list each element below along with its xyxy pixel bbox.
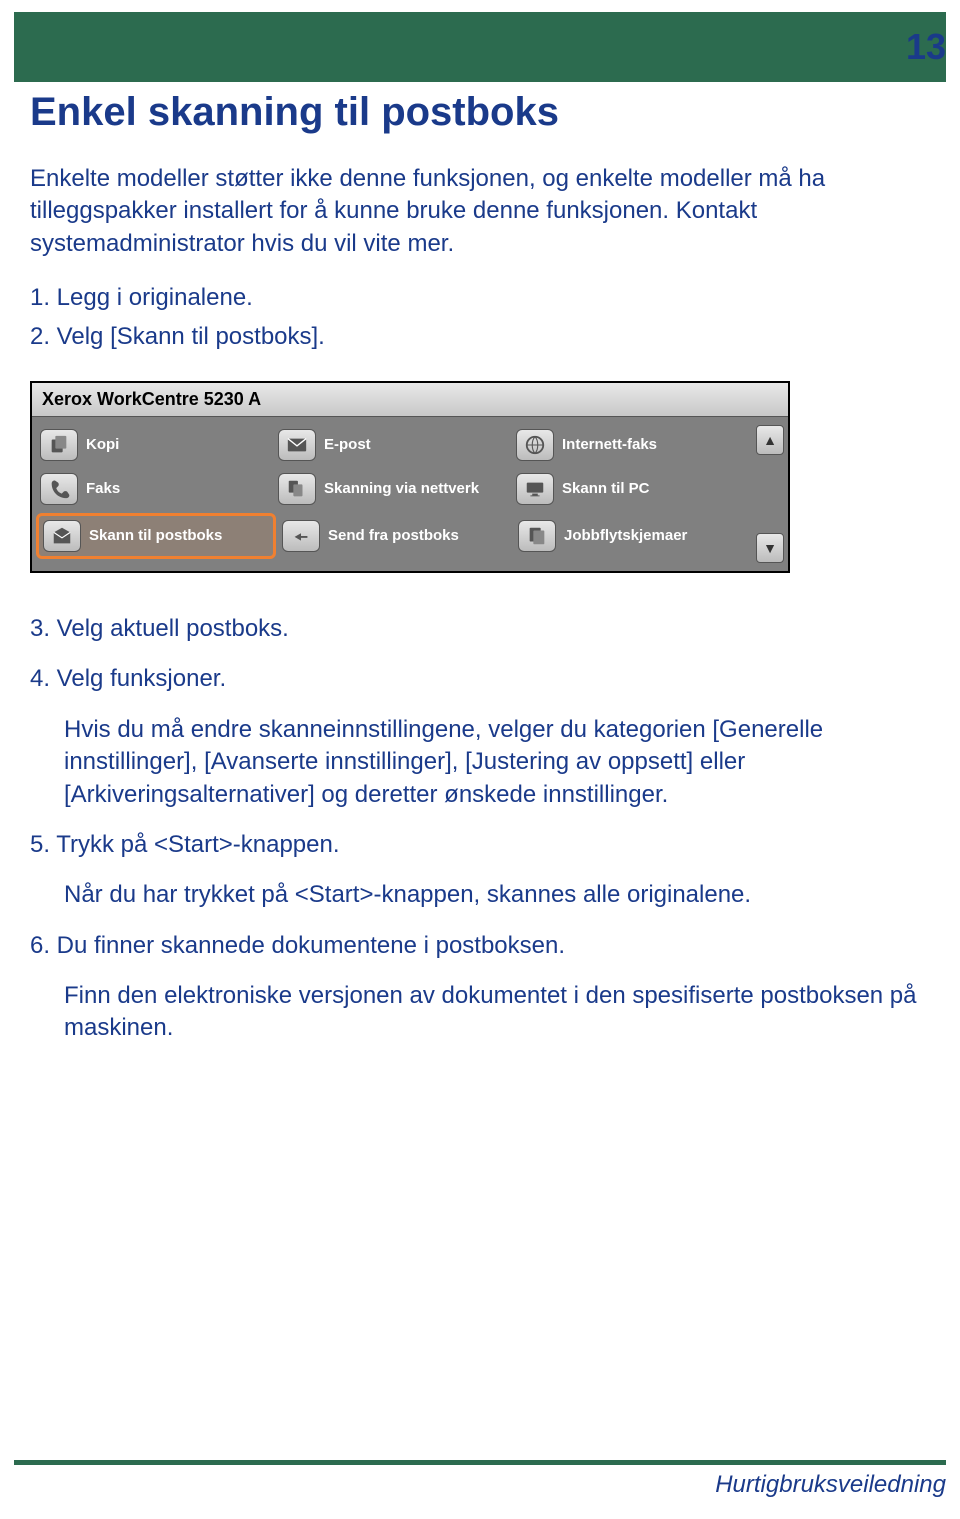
footer-label: Hurtigbruksveiledning <box>14 1471 946 1499</box>
page-number: 13 <box>906 26 946 68</box>
send-mailbox-icon <box>282 520 320 552</box>
scan-mailbox-icon <box>43 520 81 552</box>
step-3: 3. Velg aktuell postboks. <box>30 613 930 645</box>
menu-label: E-post <box>324 437 371 454</box>
menu-label: Skanning via nettverk <box>324 481 479 498</box>
menu-label: Send fra postboks <box>328 528 459 545</box>
intro-paragraph: Enkelte modeller støtter ikke denne funk… <box>30 163 930 260</box>
menu-label: Faks <box>86 481 120 498</box>
screenshot-titlebar: Xerox WorkCentre 5230 A <box>32 383 788 417</box>
menu-label: Internett-faks <box>562 437 657 454</box>
scrollbar: ▲ ▼ <box>752 417 788 571</box>
menu-item-skann-postboks[interactable]: Skann til postboks <box>36 513 276 559</box>
page-footer: Hurtigbruksveiledning <box>14 1460 946 1499</box>
workflow-icon <box>518 520 556 552</box>
step-2: 2. Velg [Skann til postboks]. <box>30 321 930 353</box>
step-4: 4. Velg funksjoner. <box>30 663 930 695</box>
device-screenshot: Xerox WorkCentre 5230 A Kopi E-post Inte… <box>30 381 790 573</box>
menu-item-skanning-nettverk[interactable]: Skanning via nettverk <box>274 469 510 509</box>
content-area-2: 3. Velg aktuell postboks. 4. Velg funksj… <box>0 605 960 1045</box>
network-scan-icon <box>278 473 316 505</box>
menu-item-skann-pc[interactable]: Skann til PC <box>512 469 748 509</box>
fax-icon <box>40 473 78 505</box>
page-title: Enkel skanning til postboks <box>30 90 930 135</box>
menu-item-jobbflytskjemaer[interactable]: Jobbflytskjemaer <box>514 513 748 559</box>
step-5-note: Når du har trykket på <Start>-knappen, s… <box>64 879 930 911</box>
menu-label: Kopi <box>86 437 119 454</box>
step-4-note: Hvis du må endre skanneinnstillingene, v… <box>64 714 930 811</box>
menu-label: Jobbflytskjemaer <box>564 528 687 545</box>
menu-label: Skann til PC <box>562 481 650 498</box>
menu-item-kopi[interactable]: Kopi <box>36 425 272 465</box>
scroll-down-button[interactable]: ▼ <box>756 533 784 563</box>
footer-divider <box>14 1460 946 1465</box>
menu-item-send-postboks[interactable]: Send fra postboks <box>278 513 512 559</box>
copy-icon <box>40 429 78 461</box>
step-5: 5. Trykk på <Start>-knappen. <box>30 829 930 861</box>
step-6-note: Finn den elektroniske versjonen av dokum… <box>64 980 930 1045</box>
content-area: Enkel skanning til postboks Enkelte mode… <box>0 82 960 353</box>
step-1: 1. Legg i originalene. <box>30 282 930 314</box>
email-icon <box>278 429 316 461</box>
menu-item-internettfaks[interactable]: Internett-faks <box>512 425 748 465</box>
internet-fax-icon <box>516 429 554 461</box>
menu-item-epost[interactable]: E-post <box>274 425 510 465</box>
step-6: 6. Du finner skannede dokumentene i post… <box>30 930 930 962</box>
header-bar <box>14 12 946 82</box>
scroll-up-button[interactable]: ▲ <box>756 425 784 455</box>
menu-label: Skann til postboks <box>89 528 222 545</box>
menu-item-faks[interactable]: Faks <box>36 469 272 509</box>
scan-pc-icon <box>516 473 554 505</box>
